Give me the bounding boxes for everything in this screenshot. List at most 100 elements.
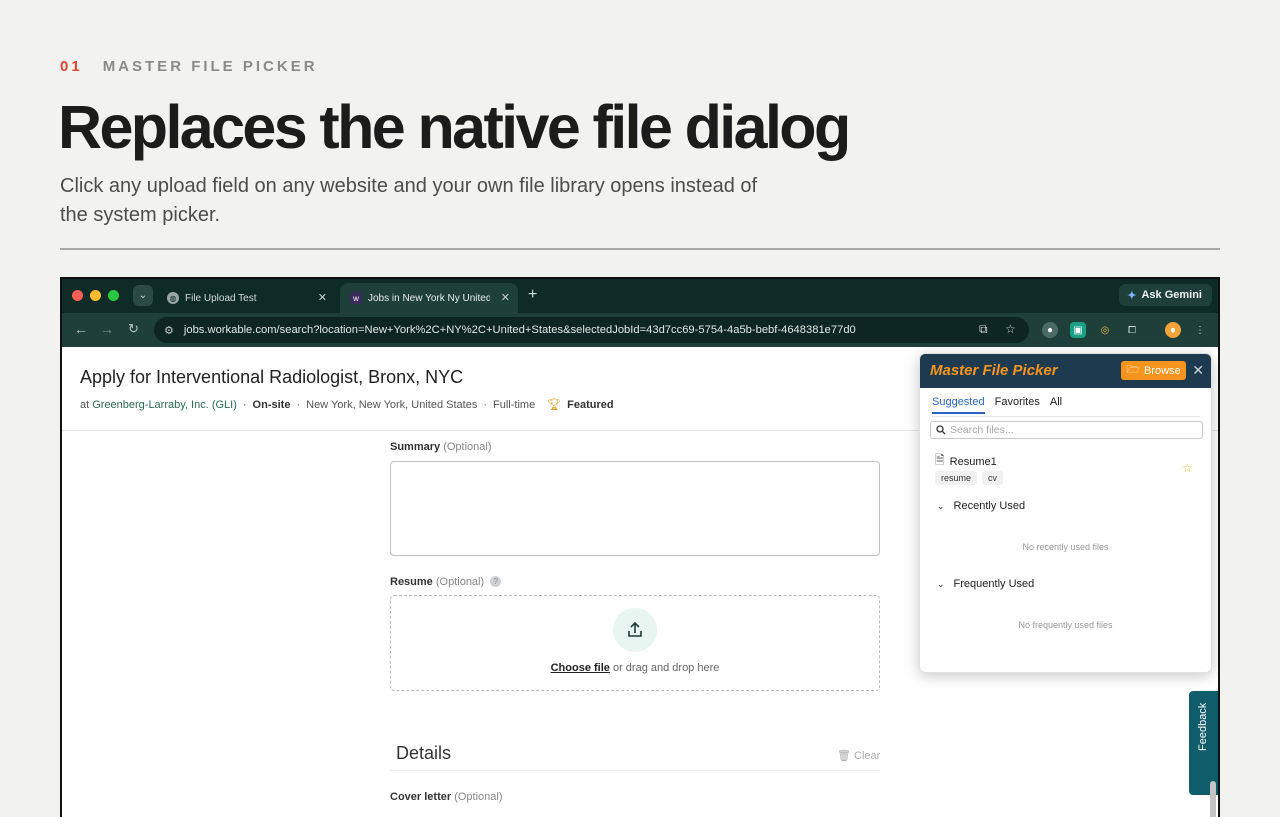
workable-favicon-icon: w <box>350 292 362 304</box>
details-heading: Details <box>396 743 452 763</box>
tabs-divider <box>932 416 1200 417</box>
clear-label: Clear <box>854 750 881 762</box>
pdf-file-icon: 🗎︎ <box>935 453 945 467</box>
close-tab-icon[interactable]: ✕ <box>318 291 327 304</box>
ask-gemini-label: Ask Gemini <box>1141 289 1202 301</box>
globe-icon: ◍ <box>167 292 179 304</box>
picker-header: Master File Picker 🗁︎ Browse ✕ <box>920 354 1211 388</box>
divider <box>60 248 1220 250</box>
job-location: New York, New York, United States <box>306 398 478 411</box>
browser-tab-strip: ⌄ ◍ File Upload Test ✕ w Jobs in New Yor… <box>62 279 1218 313</box>
cover-letter-label: Cover letter (Optional) <box>390 791 503 803</box>
close-icon[interactable]: ✕ <box>1192 362 1204 379</box>
tag-cv: cv <box>982 471 1004 485</box>
job-title: Apply for Interventional Radiologist, Br… <box>80 367 464 387</box>
featured-badge: Featured <box>567 398 614 411</box>
trash-icon: 🗑︎ <box>837 750 851 762</box>
reload-icon[interactable]: ↻ <box>128 321 139 337</box>
meta-separator: · <box>242 398 247 411</box>
recently-used-section[interactable]: ⌄ Recently Used <box>937 500 1025 512</box>
master-file-picker-popup: Master File Picker 🗁︎ Browse ✕ Suggested… <box>919 353 1212 673</box>
tab-search-button[interactable]: ⌄ <box>133 285 153 306</box>
drag-drop-text: or drag and drop here <box>612 662 720 674</box>
frequently-used-title: Frequently Used <box>953 578 1035 590</box>
chevron-down-icon: ⌄ <box>138 290 148 301</box>
search-input[interactable]: Search files... <box>930 421 1203 439</box>
resume-label: Resume (Optional) ? <box>390 576 502 588</box>
feedback-label: Feedback <box>1197 702 1209 751</box>
search-icon <box>936 425 946 435</box>
tab-label: File Upload Test <box>185 292 257 304</box>
workplace-type: On-site <box>252 398 291 411</box>
feedback-tab[interactable]: Feedback <box>1189 691 1218 795</box>
chevron-down-icon: ⌄ <box>937 500 945 511</box>
install-app-icon[interactable]: ⧉ <box>979 322 988 337</box>
favorite-star-icon[interactable]: ☆ <box>1182 461 1193 475</box>
address-bar[interactable]: ⚙ jobs.workable.com/search?location=New+… <box>154 317 1029 343</box>
close-tab-icon[interactable]: ✕ <box>501 291 510 304</box>
browser-screenshot: ⌄ ◍ File Upload Test ✕ w Jobs in New Yor… <box>60 277 1220 817</box>
step-number: 01 <box>60 58 83 75</box>
upload-icon <box>613 608 657 652</box>
folder-icon: 🗁︎ <box>1126 364 1140 376</box>
forward-arrow-icon[interactable]: → <box>100 321 114 337</box>
back-arrow-icon[interactable]: ← <box>74 321 88 337</box>
step-label: MASTER FILE PICKER <box>102 58 318 75</box>
company-prefix: at <box>80 398 90 411</box>
browse-label: Browse <box>1143 364 1181 377</box>
dropzone-text: Choose file or drag and drop here <box>391 662 879 674</box>
tab-label: Jobs in New York Ny United S <box>368 292 490 304</box>
site-settings-icon[interactable]: ⚙ <box>164 324 174 337</box>
tab-all[interactable]: All <box>1050 396 1062 414</box>
summary-label-text: Summary <box>390 441 441 453</box>
url-text: jobs.workable.com/search?location=New+Yo… <box>183 324 856 336</box>
optional-hint: (Optional) <box>443 441 492 453</box>
chevron-down-icon: ⌄ <box>937 578 945 589</box>
clear-button[interactable]: 🗑︎ Clear <box>837 749 880 762</box>
picker-title: Master File Picker <box>930 362 1058 379</box>
choose-file-link[interactable]: Choose file <box>551 662 610 674</box>
extension-icon-1[interactable]: ● <box>1042 322 1058 338</box>
file-name: Resume1 <box>949 455 997 468</box>
maximize-window-button[interactable] <box>108 290 119 301</box>
extension-icon-2[interactable]: ▣ <box>1070 322 1086 338</box>
search-placeholder: Search files... <box>950 424 1014 436</box>
frequently-used-empty: No frequently used files <box>1018 620 1113 630</box>
new-tab-button[interactable]: + <box>528 286 537 304</box>
details-divider <box>390 770 880 771</box>
optional-hint: (Optional) <box>454 791 503 803</box>
close-window-button[interactable] <box>72 290 83 301</box>
scrollbar[interactable] <box>1210 781 1216 817</box>
resume-dropzone[interactable]: Choose file or drag and drop here <box>390 595 880 691</box>
picker-tabs: Suggested Favorites All <box>932 396 1062 414</box>
tab-jobs[interactable]: w Jobs in New York Ny United S ✕ <box>340 283 518 313</box>
tab-favorites[interactable]: Favorites <box>995 396 1040 414</box>
bookmark-star-icon[interactable]: ☆ <box>1005 322 1016 336</box>
profile-avatar[interactable]: ● <box>1165 322 1181 338</box>
tag-resume: resume <box>935 471 978 485</box>
meta-separator: · <box>483 398 488 411</box>
ask-gemini-button[interactable]: ✦ Ask Gemini <box>1119 284 1212 306</box>
more-menu-icon[interactable]: ⋮ <box>1192 322 1208 338</box>
optional-hint: (Optional) <box>435 576 485 588</box>
puzzle-extensions-icon[interactable]: ⧠ <box>1124 322 1140 338</box>
help-icon[interactable]: ? <box>490 576 502 587</box>
browser-toolbar: ← → ↻ ⚙ jobs.workable.com/search?locatio… <box>62 313 1218 347</box>
file-item-resume1[interactable]: 🗎︎ Resume1 <box>935 451 997 472</box>
meta-separator: · <box>296 398 301 411</box>
extension-icon-3[interactable]: ◎ <box>1097 322 1113 338</box>
resume-label-text: Resume <box>390 576 433 588</box>
browse-button[interactable]: 🗁︎ Browse <box>1121 361 1186 380</box>
web-page: Apply for Interventional Radiologist, Br… <box>62 347 1218 817</box>
file-tags: resume cv <box>935 471 1004 485</box>
section-eyebrow: 01 MASTER FILE PICKER <box>60 58 318 75</box>
company-link[interactable]: Greenberg-Larraby, Inc. (GLI) <box>92 399 237 411</box>
employment-type: Full-time <box>493 398 536 411</box>
minimize-window-button[interactable] <box>90 290 101 301</box>
tab-file-upload-test[interactable]: ◍ File Upload Test ✕ <box>157 283 335 313</box>
tab-suggested[interactable]: Suggested <box>932 396 985 414</box>
trophy-icon: 🏆︎ <box>547 399 562 411</box>
frequently-used-section[interactable]: ⌄ Frequently Used <box>937 578 1034 590</box>
summary-textarea[interactable] <box>390 461 880 556</box>
page-headline: Replaces the native file dialog <box>58 93 851 161</box>
